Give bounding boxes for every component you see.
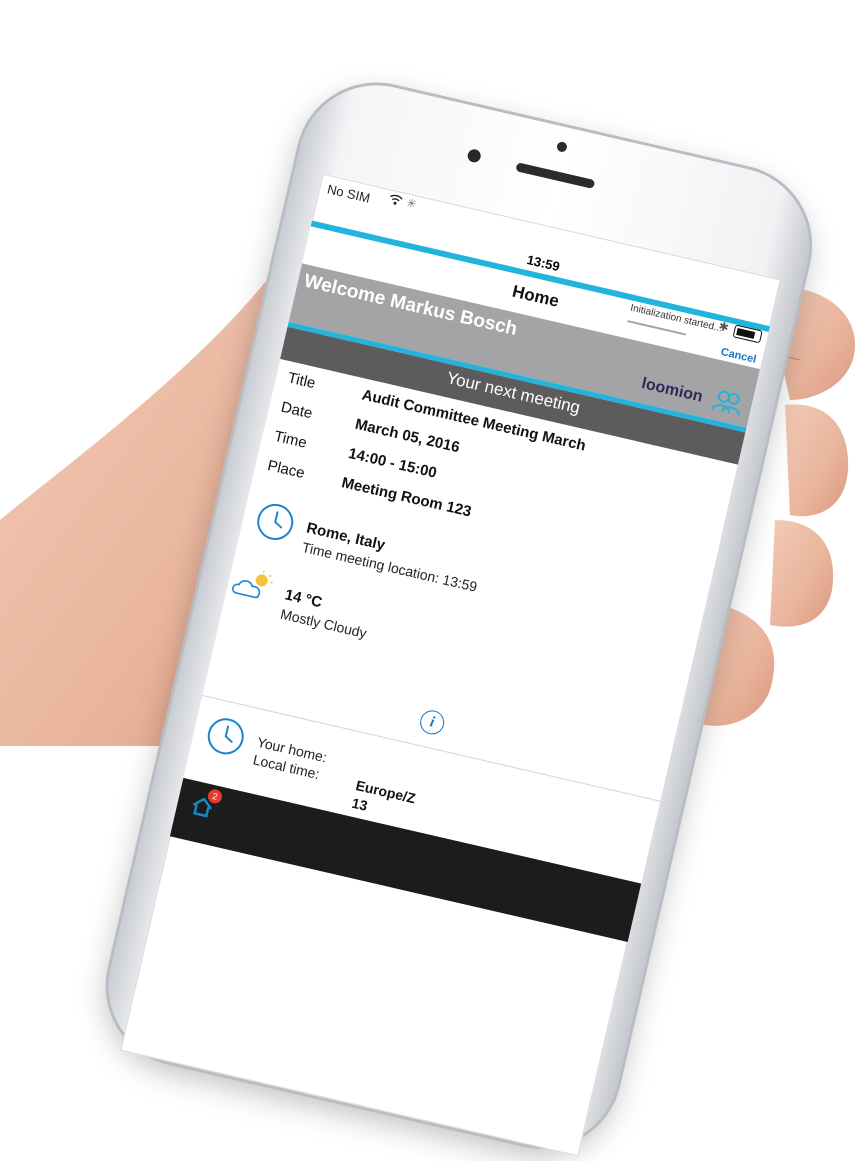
wifi-icon (387, 191, 404, 210)
carrier-label: No SIM (326, 181, 372, 205)
activity-spinner-icon: ✳ (405, 195, 418, 211)
loomion-logo-icon (708, 387, 746, 422)
loomion-logo: loomion (640, 375, 705, 407)
